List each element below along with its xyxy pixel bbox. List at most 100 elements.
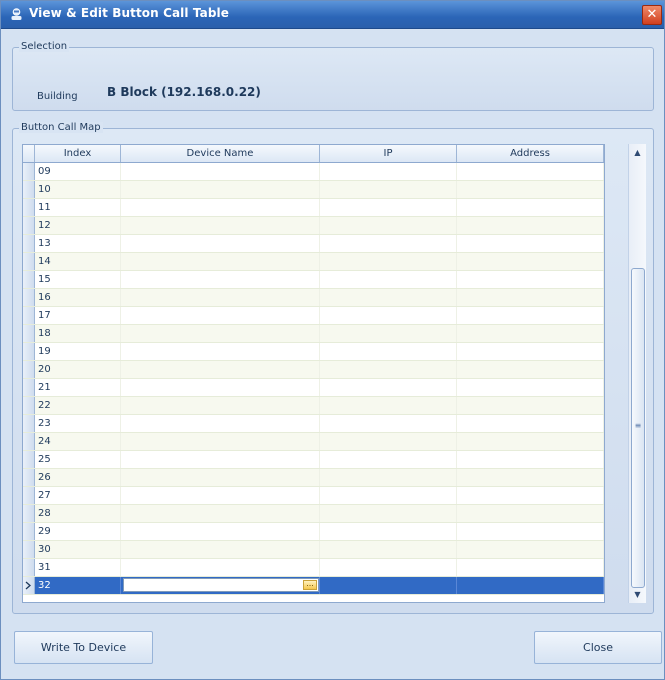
device-name-cell[interactable]: [121, 379, 320, 396]
row-selector[interactable]: [23, 469, 35, 486]
row-selector[interactable]: [23, 289, 35, 306]
address-cell[interactable]: [457, 343, 604, 360]
address-cell[interactable]: [457, 415, 604, 432]
row-selector[interactable]: [23, 163, 35, 180]
ip-cell[interactable]: [320, 181, 457, 198]
index-cell[interactable]: 24: [35, 433, 121, 450]
index-cell[interactable]: 32: [35, 577, 121, 594]
row-selector[interactable]: [23, 559, 35, 576]
table-row[interactable]: 14: [23, 253, 604, 271]
ip-cell[interactable]: [320, 289, 457, 306]
row-selector[interactable]: [23, 397, 35, 414]
device-name-cell[interactable]: [121, 433, 320, 450]
address-cell[interactable]: [457, 361, 604, 378]
row-selector[interactable]: [23, 433, 35, 450]
device-name-cell[interactable]: [121, 343, 320, 360]
device-name-editor[interactable]: ...: [123, 578, 319, 592]
title-bar[interactable]: View & Edit Button Call Table ✕: [1, 1, 664, 29]
index-cell[interactable]: 14: [35, 253, 121, 270]
address-cell[interactable]: [457, 181, 604, 198]
row-selector[interactable]: [23, 253, 35, 270]
ip-cell[interactable]: [320, 217, 457, 234]
address-cell[interactable]: [457, 235, 604, 252]
ip-cell[interactable]: [320, 577, 457, 594]
address-cell[interactable]: [457, 559, 604, 576]
row-selector[interactable]: [23, 181, 35, 198]
ip-cell[interactable]: [320, 505, 457, 522]
index-cell[interactable]: 15: [35, 271, 121, 288]
address-cell[interactable]: [457, 217, 604, 234]
ip-cell[interactable]: [320, 253, 457, 270]
address-cell[interactable]: [457, 469, 604, 486]
close-button[interactable]: Close: [534, 631, 662, 664]
ip-cell[interactable]: [320, 469, 457, 486]
index-cell[interactable]: 28: [35, 505, 121, 522]
device-name-cell[interactable]: [121, 253, 320, 270]
device-name-cell[interactable]: [121, 541, 320, 558]
device-name-cell[interactable]: [121, 415, 320, 432]
ip-cell[interactable]: [320, 415, 457, 432]
row-selector[interactable]: [23, 343, 35, 360]
ip-cell[interactable]: [320, 487, 457, 504]
index-cell[interactable]: 27: [35, 487, 121, 504]
table-row[interactable]: 09: [23, 163, 604, 181]
row-selector[interactable]: [23, 487, 35, 504]
row-selector[interactable]: [23, 307, 35, 324]
row-selector[interactable]: [23, 379, 35, 396]
address-cell[interactable]: [457, 487, 604, 504]
index-cell[interactable]: 25: [35, 451, 121, 468]
ip-cell[interactable]: [320, 235, 457, 252]
ip-cell[interactable]: [320, 271, 457, 288]
device-name-cell[interactable]: [121, 505, 320, 522]
row-selector[interactable]: [23, 199, 35, 216]
ellipsis-button[interactable]: ...: [303, 580, 317, 590]
device-name-cell[interactable]: [121, 361, 320, 378]
device-name-cell[interactable]: [121, 199, 320, 216]
table-row[interactable]: 30: [23, 541, 604, 559]
table-row[interactable]: 13: [23, 235, 604, 253]
address-cell[interactable]: [457, 289, 604, 306]
index-cell[interactable]: 10: [35, 181, 121, 198]
index-cell[interactable]: 26: [35, 469, 121, 486]
row-selector[interactable]: [23, 325, 35, 342]
table-row[interactable]: 15: [23, 271, 604, 289]
row-selector[interactable]: [23, 451, 35, 468]
address-cell[interactable]: [457, 199, 604, 216]
address-cell[interactable]: [457, 451, 604, 468]
address-cell[interactable]: [457, 325, 604, 342]
ip-cell[interactable]: [320, 325, 457, 342]
table-row[interactable]: 20: [23, 361, 604, 379]
address-cell[interactable]: [457, 577, 604, 594]
row-selector[interactable]: [23, 523, 35, 540]
address-cell[interactable]: [457, 541, 604, 558]
write-to-device-button[interactable]: Write To Device: [14, 631, 153, 664]
table-row[interactable]: 32...: [23, 577, 604, 595]
table-row[interactable]: 21: [23, 379, 604, 397]
device-name-cell[interactable]: [121, 181, 320, 198]
address-cell[interactable]: [457, 523, 604, 540]
index-cell[interactable]: 23: [35, 415, 121, 432]
ip-cell[interactable]: [320, 451, 457, 468]
row-selector[interactable]: [23, 235, 35, 252]
device-name-cell[interactable]: [121, 289, 320, 306]
row-selector[interactable]: [23, 271, 35, 288]
address-cell[interactable]: [457, 163, 604, 180]
row-selector[interactable]: [23, 415, 35, 432]
table-row[interactable]: 25: [23, 451, 604, 469]
row-selector[interactable]: [23, 217, 35, 234]
index-cell[interactable]: 18: [35, 325, 121, 342]
ip-cell[interactable]: [320, 559, 457, 576]
index-cell[interactable]: 11: [35, 199, 121, 216]
building-value[interactable]: B Block (192.168.0.22): [107, 85, 261, 99]
table-row[interactable]: 17: [23, 307, 604, 325]
index-cell[interactable]: 17: [35, 307, 121, 324]
index-cell[interactable]: 09: [35, 163, 121, 180]
table-row[interactable]: 23: [23, 415, 604, 433]
device-name-cell[interactable]: [121, 487, 320, 504]
table-row[interactable]: 12: [23, 217, 604, 235]
table-row[interactable]: 27: [23, 487, 604, 505]
scrollbar-thumb[interactable]: ≡: [631, 268, 645, 588]
vertical-scrollbar[interactable]: ▲ ≡ ▼: [628, 144, 646, 603]
table-row[interactable]: 11: [23, 199, 604, 217]
table-row[interactable]: 16: [23, 289, 604, 307]
